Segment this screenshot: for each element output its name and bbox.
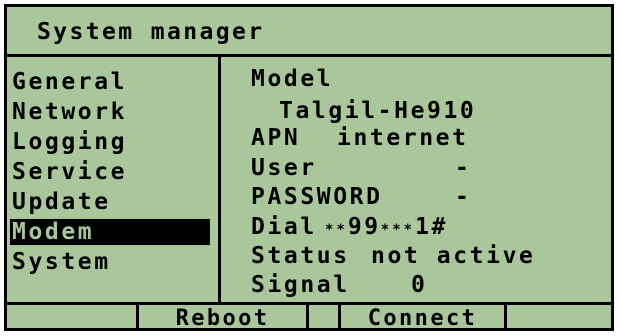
modem-details: Model Talgil-He910 APN internet User - P… — [221, 57, 611, 302]
reboot-button[interactable]: Reboot — [139, 305, 306, 328]
dial-value: **99***1# — [325, 213, 448, 241]
menu-list: General Network Logging Service Update M… — [7, 57, 221, 302]
softkey-divider — [504, 305, 507, 328]
menu-item-network[interactable]: Network — [10, 99, 127, 125]
dial-value-99: 99 — [347, 214, 381, 240]
dial-value-stars-2: *** — [380, 222, 416, 238]
menu-item-modem[interactable]: Modem — [10, 219, 210, 245]
user-value: - — [455, 155, 472, 181]
user-label: User — [251, 155, 317, 181]
password-label: PASSWORD — [251, 184, 383, 210]
dial-value-end: 1# — [415, 214, 448, 240]
apn-value: internet — [337, 125, 469, 151]
connect-button[interactable]: Connect — [341, 305, 504, 328]
dial-label: Dial — [251, 214, 317, 240]
signal-label: Signal — [251, 272, 350, 298]
menu-item-logging[interactable]: Logging — [10, 129, 127, 155]
softkey-bar: Reboot Connect — [7, 302, 611, 328]
status-value: not active — [371, 243, 536, 269]
model-value: Talgil-He910 — [279, 98, 477, 124]
password-value: - — [455, 184, 472, 210]
screen-title: System manager — [7, 7, 611, 57]
softkey-divider — [306, 305, 309, 328]
menu-item-update[interactable]: Update — [10, 189, 111, 215]
dial-value-stars-1: ** — [325, 222, 348, 238]
apn-label: APN — [251, 125, 301, 151]
signal-value: 0 — [411, 272, 428, 298]
status-label: Status — [251, 243, 350, 269]
menu-item-service[interactable]: Service — [10, 159, 127, 185]
menu-item-system[interactable]: System — [10, 249, 111, 275]
model-label: Model — [251, 66, 334, 92]
menu-item-general[interactable]: General — [10, 69, 127, 95]
lcd-screen: System manager General Network Logging S… — [4, 4, 614, 331]
